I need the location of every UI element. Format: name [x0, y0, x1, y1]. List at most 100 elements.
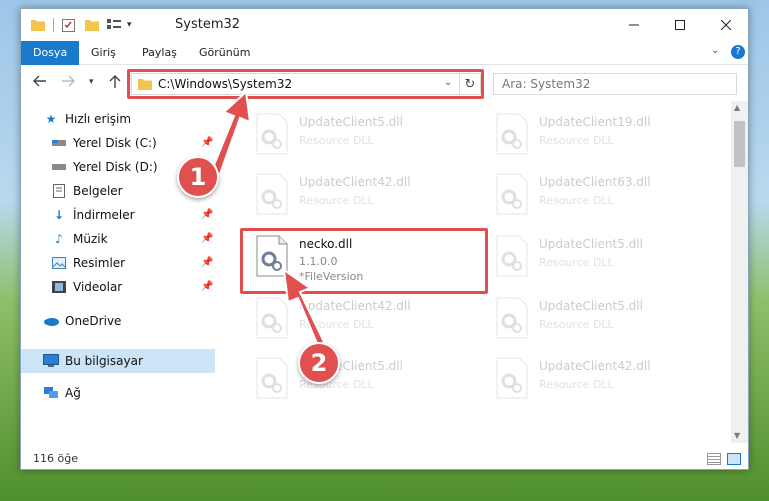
- address-highlight-box: [127, 69, 484, 99]
- address-row: ▾ C:\Windows\System32 ⌄ ↻ Ara: System32: [21, 65, 748, 101]
- view-options-icon[interactable]: [107, 19, 121, 31]
- file-description: Resource DLL: [299, 194, 374, 207]
- file-name: UpdateClient5.dll: [539, 299, 643, 313]
- nav-label: OneDrive: [65, 314, 122, 328]
- file-name: UpdateClient63.dll: [539, 175, 651, 189]
- list-item[interactable]: UpdateClient42.dll Resource DLL: [241, 291, 461, 349]
- expand-ribbon-icon[interactable]: ⌄: [711, 45, 719, 56]
- list-item[interactable]: UpdateClient5.dll Resource DLL: [241, 351, 461, 409]
- file-description: Resource DLL: [539, 194, 614, 207]
- scroll-down-icon[interactable]: ▼: [734, 431, 740, 440]
- forward-button[interactable]: [61, 75, 75, 91]
- quick-access-toolbar: ▾: [31, 18, 132, 32]
- videos-icon: [51, 279, 67, 295]
- scroll-up-icon[interactable]: ▲: [734, 103, 740, 112]
- nav-videos[interactable]: Videolar: [51, 275, 245, 299]
- drive-icon: [51, 159, 67, 175]
- nav-label: Yerel Disk (D:): [73, 160, 158, 174]
- list-item[interactable]: UpdateClient42.dll Resource DLL: [481, 351, 701, 409]
- nav-network[interactable]: Ağ: [43, 381, 237, 405]
- window-title: System32: [175, 17, 241, 32]
- pictures-icon: [51, 255, 67, 271]
- annotation-badge-2: 2: [298, 342, 340, 384]
- title-bar: ▾ System32: [21, 9, 748, 41]
- back-arrow-icon: [33, 75, 46, 87]
- navigation-pane: ★ Hızlı erişim Yerel Disk (C:) 📌 Yerel Di…: [21, 101, 217, 449]
- pin-icon: 📌: [201, 281, 214, 292]
- list-item[interactable]: UpdateClient5.dll Resource DLL: [481, 229, 701, 287]
- download-icon: ↓: [53, 208, 65, 222]
- star-icon: ★: [45, 112, 57, 126]
- pin-icon: 📌: [201, 257, 214, 268]
- dll-file-icon: [496, 113, 528, 155]
- file-description: Resource DLL: [299, 134, 374, 147]
- dll-file-icon: [256, 357, 288, 399]
- dll-file-icon: [496, 297, 528, 339]
- tab-view[interactable]: Görünüm: [199, 41, 250, 65]
- nav-music[interactable]: ♪ Müzik: [51, 227, 245, 251]
- nav-label: Ağ: [65, 386, 81, 400]
- list-item[interactable]: UpdateClient63.dll Resource DLL: [481, 167, 701, 225]
- file-description: Resource DLL: [539, 318, 614, 331]
- recent-locations-icon[interactable]: ▾: [89, 77, 94, 87]
- documents-icon: [51, 183, 67, 199]
- annotation-arrow-2: [282, 267, 326, 348]
- vertical-scrollbar[interactable]: ▲ ▼: [731, 101, 748, 443]
- scroll-thumb[interactable]: [734, 121, 745, 167]
- dll-file-icon: [256, 173, 288, 215]
- folder-icon[interactable]: [31, 19, 45, 31]
- tab-share[interactable]: Paylaş: [142, 41, 177, 65]
- up-arrow-icon: [109, 75, 121, 88]
- minimize-button[interactable]: [611, 13, 657, 37]
- tab-file[interactable]: Dosya: [21, 41, 80, 65]
- dll-file-icon: [256, 113, 288, 155]
- list-item[interactable]: UpdateClient5.dll Resource DLL: [241, 107, 461, 165]
- item-count: 116 öğe: [33, 452, 78, 465]
- nav-this-pc[interactable]: Bu bilgisayar: [21, 349, 215, 373]
- music-icon: ♪: [55, 232, 63, 246]
- up-button[interactable]: [109, 75, 121, 93]
- close-icon: [721, 20, 731, 30]
- details-view-icon[interactable]: [707, 453, 721, 465]
- list-item[interactable]: UpdateClient19.dll Resource DLL: [481, 107, 701, 165]
- search-input[interactable]: Ara: System32: [502, 77, 590, 91]
- list-item[interactable]: UpdateClient42.dll Resource DLL: [241, 167, 461, 225]
- nav-label: Müzik: [73, 232, 108, 246]
- tab-home[interactable]: Giriş: [91, 41, 116, 65]
- file-description: Resource DLL: [539, 256, 614, 269]
- nav-label: Videolar: [73, 280, 123, 294]
- maximize-icon: [675, 20, 685, 30]
- search-box[interactable]: Ara: System32: [493, 73, 737, 95]
- dll-file-icon: [496, 173, 528, 215]
- nav-pictures[interactable]: Resimler: [51, 251, 245, 275]
- new-folder-icon[interactable]: [85, 19, 99, 31]
- nav-label: İndirmeler: [73, 208, 135, 222]
- forward-arrow-icon: [62, 75, 75, 87]
- list-item[interactable]: UpdateClient5.dll Resource DLL: [481, 291, 701, 349]
- network-icon: [43, 385, 59, 401]
- status-bar: 116 öğe: [21, 449, 748, 470]
- nav-label: Hızlı erişim: [65, 112, 132, 126]
- computer-icon: [43, 353, 59, 369]
- maximize-button[interactable]: [657, 13, 703, 37]
- file-description: Resource DLL: [539, 378, 614, 391]
- close-button[interactable]: [703, 13, 749, 37]
- file-description: Resource DLL: [539, 134, 614, 147]
- dll-file-icon: [496, 357, 528, 399]
- minimize-icon: [629, 24, 639, 26]
- nav-onedrive[interactable]: OneDrive: [43, 309, 237, 333]
- divider: [53, 18, 54, 32]
- properties-icon[interactable]: [62, 18, 75, 32]
- dll-file-icon: [496, 235, 528, 277]
- annotation-badge-1: 1: [177, 156, 219, 198]
- pin-icon: 📌: [201, 209, 214, 220]
- large-icons-view-icon[interactable]: [727, 453, 741, 465]
- customize-quick-access-icon[interactable]: ▾: [127, 20, 132, 30]
- nav-downloads[interactable]: ↓ İndirmeler: [51, 203, 245, 227]
- pin-icon: 📌: [201, 233, 214, 244]
- back-button[interactable]: [33, 75, 47, 91]
- file-name: UpdateClient5.dll: [299, 115, 403, 129]
- drive-icon: [51, 135, 67, 151]
- file-name: UpdateClient42.dll: [299, 175, 411, 189]
- help-icon[interactable]: ?: [731, 45, 745, 59]
